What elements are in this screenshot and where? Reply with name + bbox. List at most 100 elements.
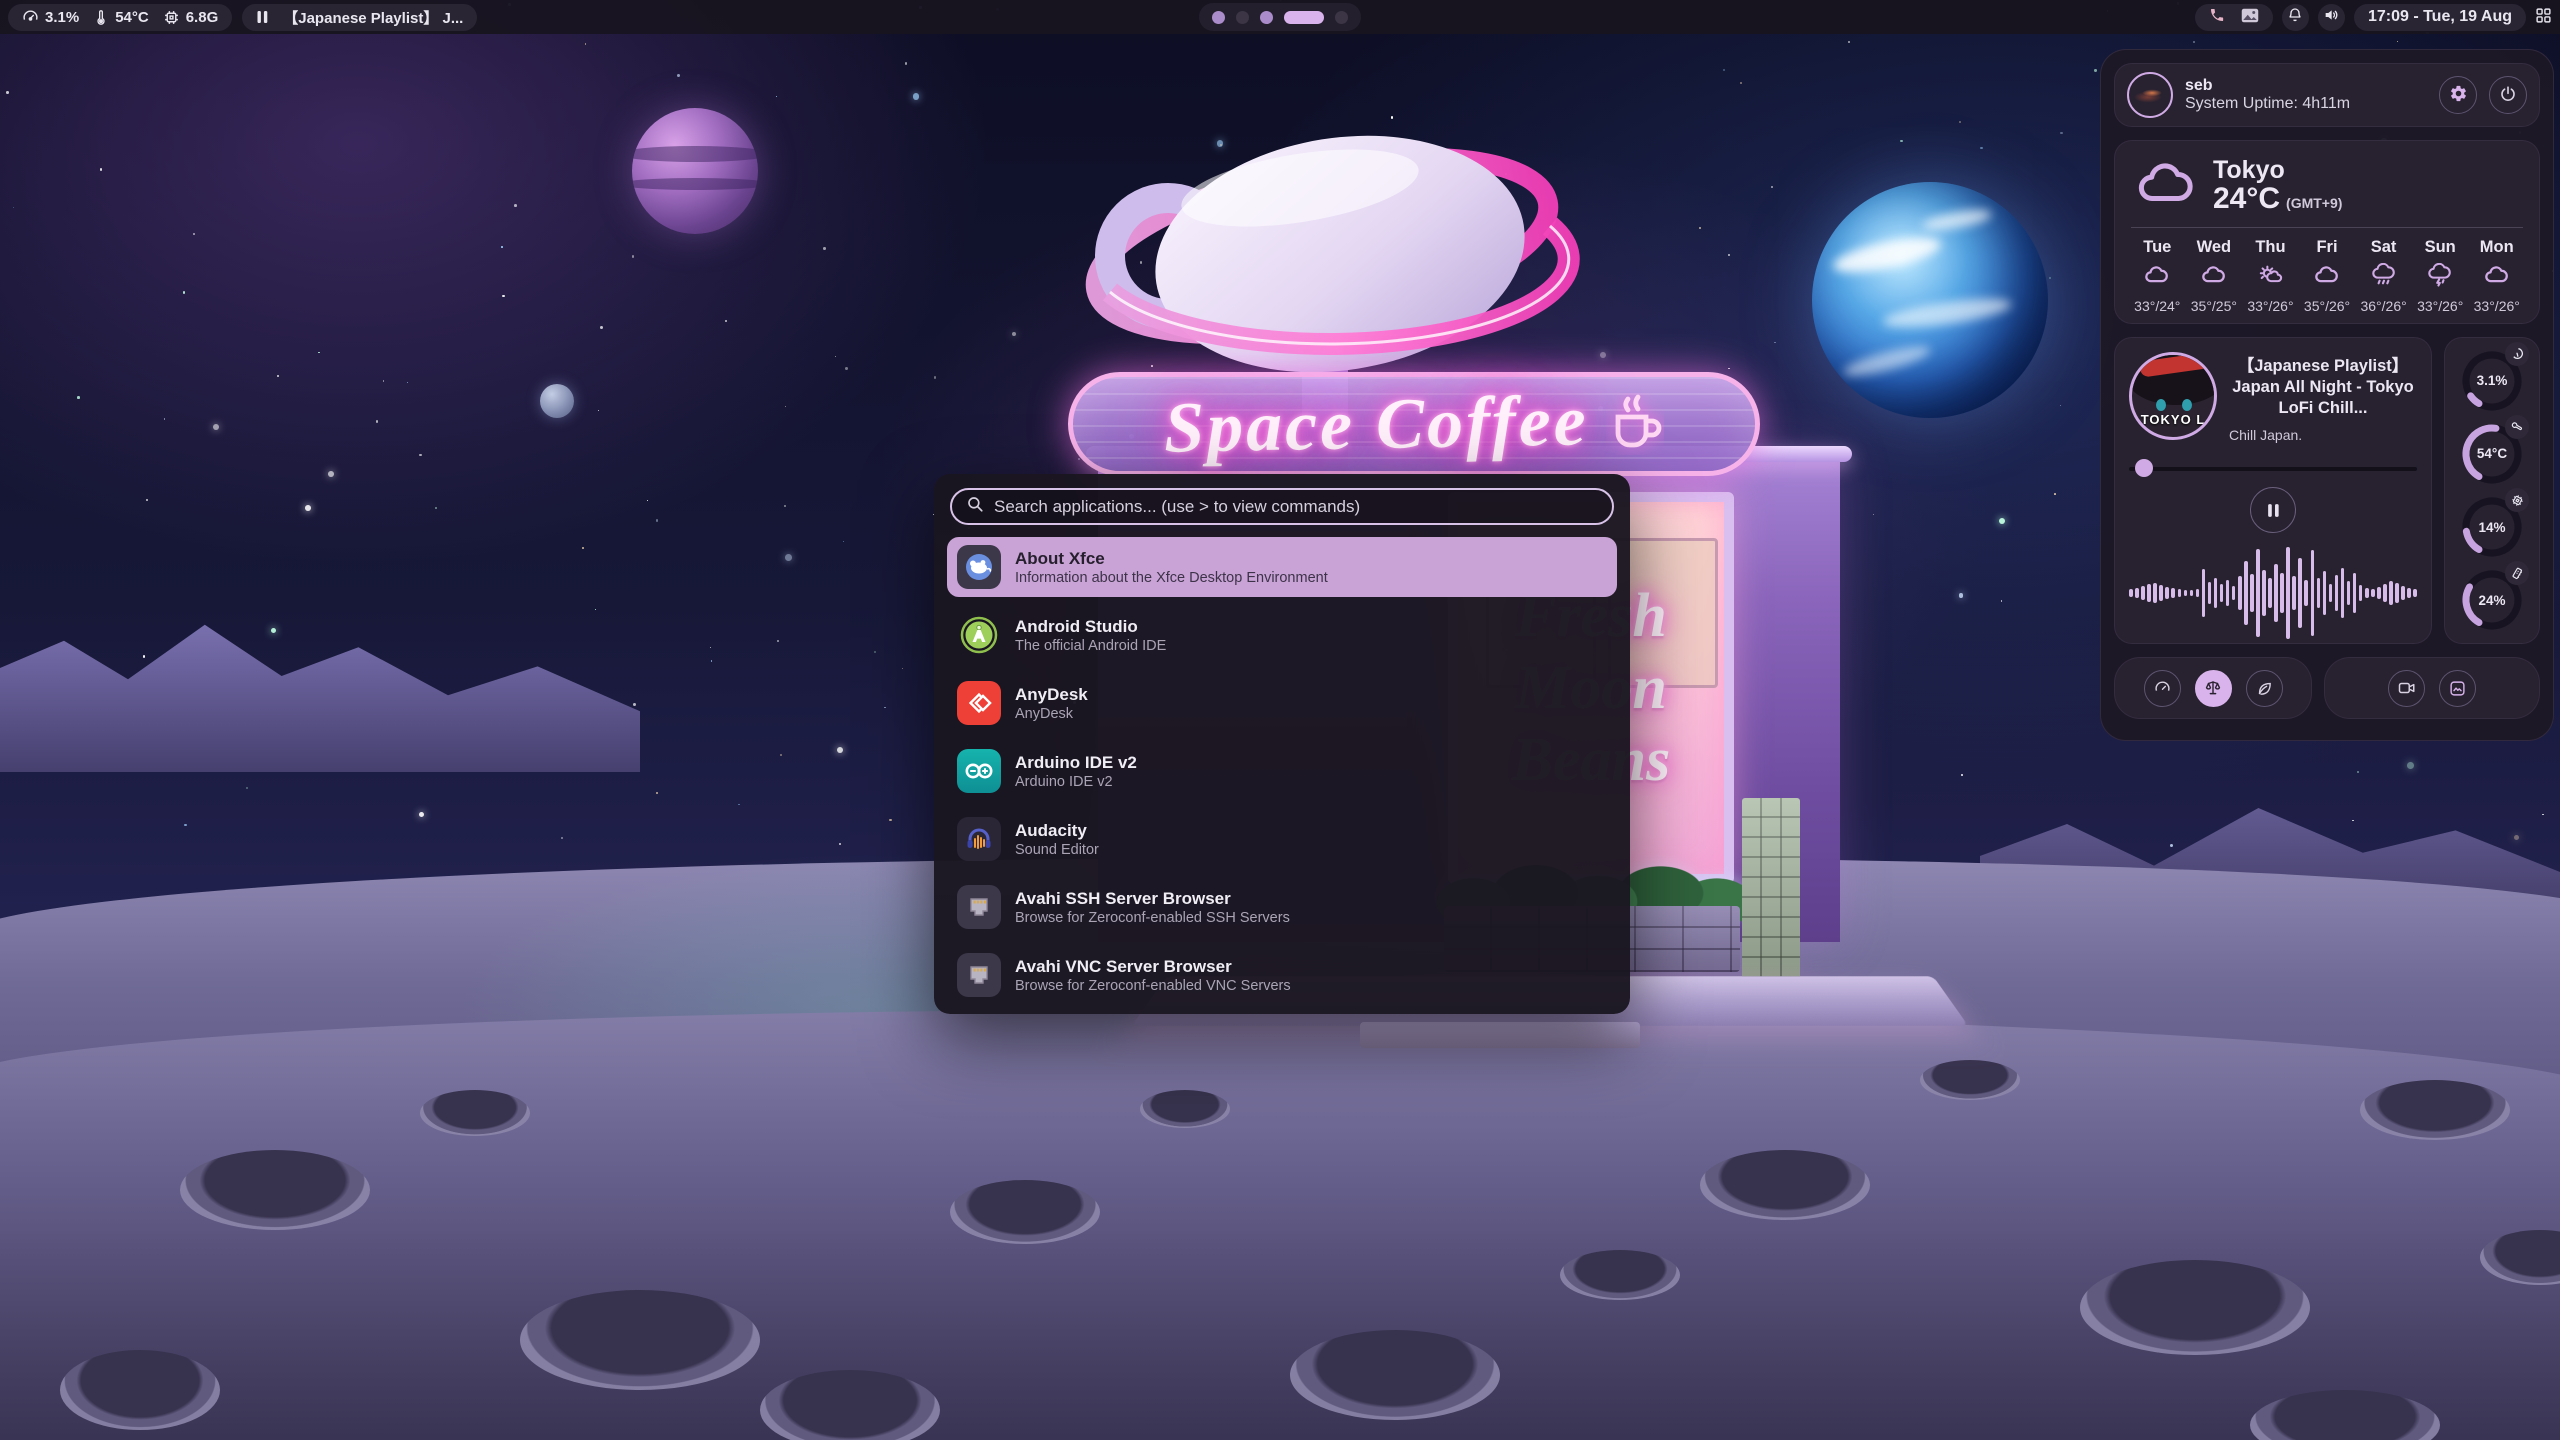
visualizer-bar bbox=[2262, 570, 2266, 616]
android-studio-icon bbox=[957, 613, 1001, 657]
pause-button[interactable] bbox=[2250, 487, 2296, 533]
visualizer-bar bbox=[2280, 573, 2284, 613]
bell-icon bbox=[2287, 7, 2303, 27]
cpu-usage-stat: 3.1% bbox=[22, 9, 79, 26]
app-name: Avahi SSH Server Browser bbox=[1015, 888, 1290, 909]
visualizer-bar bbox=[2413, 589, 2417, 597]
settings-button[interactable] bbox=[2439, 76, 2477, 114]
visualizer-bar bbox=[2292, 576, 2296, 610]
app-row-audacity[interactable]: Audacity Sound Editor bbox=[947, 809, 1617, 869]
app-list: About Xfce Information about the Xfce De… bbox=[934, 537, 1630, 1005]
app-row-avahi-ssh[interactable]: Avahi SSH Server Browser Browse for Zero… bbox=[947, 877, 1617, 937]
system-uptime: System Uptime: 4h11m bbox=[2185, 95, 2427, 113]
workspace-dot-occupied[interactable] bbox=[1212, 11, 1225, 24]
app-name: Avahi VNC Server Browser bbox=[1015, 956, 1291, 977]
power-icon bbox=[2499, 85, 2517, 106]
cloud-icon bbox=[2483, 263, 2511, 292]
temperature-gauge: 54°C bbox=[2459, 421, 2525, 487]
screen-record-button[interactable] bbox=[2388, 670, 2425, 707]
app-description: Information about the Xfce Desktop Envir… bbox=[1015, 569, 1328, 587]
app-description: Sound Editor bbox=[1015, 841, 1099, 859]
visualizer-bar bbox=[2147, 584, 2151, 602]
album-art[interactable]: TOKYO L bbox=[2129, 352, 2217, 440]
seek-slider[interactable] bbox=[2129, 459, 2417, 477]
app-row-anydesk[interactable]: AnyDesk AnyDesk bbox=[947, 673, 1617, 733]
now-playing-pill[interactable]: 【Japanese Playlist】 J... bbox=[242, 4, 477, 31]
now-playing-text: 【Japanese Playlist】 J... bbox=[283, 7, 463, 28]
visualizer-bar bbox=[2401, 586, 2405, 600]
capture-group bbox=[2324, 657, 2540, 719]
weather-cloud-icon bbox=[2135, 157, 2197, 214]
volume-button[interactable] bbox=[2318, 4, 2345, 31]
wallpaper-icon bbox=[2241, 8, 2259, 27]
visualizer-bar bbox=[2371, 589, 2375, 597]
notifications-button[interactable] bbox=[2282, 4, 2309, 31]
username: seb bbox=[2185, 77, 2427, 95]
seek-thumb[interactable] bbox=[2135, 459, 2153, 477]
powersave-mode-button[interactable] bbox=[2246, 670, 2283, 707]
app-description: AnyDesk bbox=[1015, 705, 1088, 723]
top-panel: 3.1% 54°C 6.8G 【Japanese Playlist】 J... bbox=[0, 0, 2560, 34]
search-bar[interactable] bbox=[950, 488, 1614, 525]
crater bbox=[1560, 1250, 1680, 1300]
sun-cloud-icon bbox=[2256, 263, 2284, 292]
neon-cup-icon bbox=[1606, 393, 1664, 455]
visualizer-bar bbox=[2250, 574, 2254, 612]
visualizer-bar bbox=[2359, 585, 2363, 601]
visualizer-bar bbox=[2407, 588, 2411, 598]
workspace-dot-empty[interactable] bbox=[1236, 11, 1249, 24]
user-card: seb System Uptime: 4h11m bbox=[2114, 63, 2540, 127]
app-grid-button[interactable] bbox=[2535, 7, 2552, 28]
app-row-arduino[interactable]: Arduino IDE v2 Arduino IDE v2 bbox=[947, 741, 1617, 801]
earth-planet bbox=[1812, 182, 2048, 418]
speedometer-icon bbox=[2505, 342, 2529, 366]
thermometer-icon bbox=[2505, 415, 2529, 439]
connectivity-pill[interactable] bbox=[2195, 4, 2273, 31]
visualizer-bar bbox=[2226, 580, 2230, 606]
chip-icon bbox=[2505, 488, 2529, 512]
power-button[interactable] bbox=[2489, 76, 2527, 114]
weather-card: Tokyo 24°C (GMT+9) Tue 33°/24° Wed 35°/2… bbox=[2114, 140, 2540, 324]
thermometer-icon bbox=[93, 9, 109, 26]
workspace-dot-active[interactable] bbox=[1284, 11, 1324, 24]
clock[interactable]: 17:09 - Tue, 19 Aug bbox=[2354, 4, 2526, 31]
neon-sign-text: Space Coffee bbox=[1163, 379, 1589, 469]
crater bbox=[950, 1180, 1100, 1244]
visualizer-bar bbox=[2311, 550, 2315, 636]
rain-cloud-icon bbox=[2370, 263, 2398, 292]
visualizer-bar bbox=[2335, 575, 2339, 611]
balanced-mode-button[interactable] bbox=[2195, 670, 2232, 707]
visualizer-bar bbox=[2317, 578, 2321, 608]
app-row-android-studio[interactable]: Android Studio The official Android IDE bbox=[947, 605, 1617, 665]
phone-link-icon bbox=[2209, 7, 2225, 27]
forecast-day: Tue 33°/24° bbox=[2129, 238, 2186, 314]
forecast-day: Sun 33°/26° bbox=[2412, 238, 2469, 314]
dashboard-panel: seb System Uptime: 4h11m Tokyo 24°C (GMT… bbox=[2100, 49, 2554, 741]
network-jack-icon bbox=[957, 885, 1001, 929]
workspace-dot-occupied[interactable] bbox=[1260, 11, 1273, 24]
workspace-indicator[interactable] bbox=[1199, 3, 1361, 31]
memory-stat: 6.8G bbox=[163, 9, 219, 26]
system-gauges-card: 3.1% 54°C 14% 24% bbox=[2444, 337, 2540, 644]
performance-mode-group bbox=[2114, 657, 2312, 719]
visualizer-bar bbox=[2377, 587, 2381, 599]
visualizer-bar bbox=[2353, 573, 2357, 613]
cloud-icon bbox=[2200, 263, 2228, 292]
visualizer-bar bbox=[2256, 549, 2260, 637]
visualizer-bar bbox=[2165, 587, 2169, 599]
temperature-stat: 54°C bbox=[93, 9, 149, 26]
visualizer-bar bbox=[2298, 558, 2302, 628]
screenshot-button[interactable] bbox=[2439, 670, 2476, 707]
anydesk-icon bbox=[957, 681, 1001, 725]
app-name: Audacity bbox=[1015, 820, 1099, 841]
visualizer-bar bbox=[2286, 547, 2290, 639]
workspace-dot-empty[interactable] bbox=[1335, 11, 1348, 24]
visualizer-bar bbox=[2141, 586, 2145, 600]
app-row-avahi-vnc[interactable]: Avahi VNC Server Browser Browse for Zero… bbox=[947, 945, 1617, 1005]
app-name: AnyDesk bbox=[1015, 684, 1088, 705]
performance-mode-button[interactable] bbox=[2144, 670, 2181, 707]
search-input[interactable] bbox=[994, 497, 1598, 517]
avatar[interactable] bbox=[2127, 72, 2173, 118]
visualizer-bar bbox=[2389, 581, 2393, 605]
app-row-about-xfce[interactable]: About Xfce Information about the Xfce De… bbox=[947, 537, 1617, 597]
